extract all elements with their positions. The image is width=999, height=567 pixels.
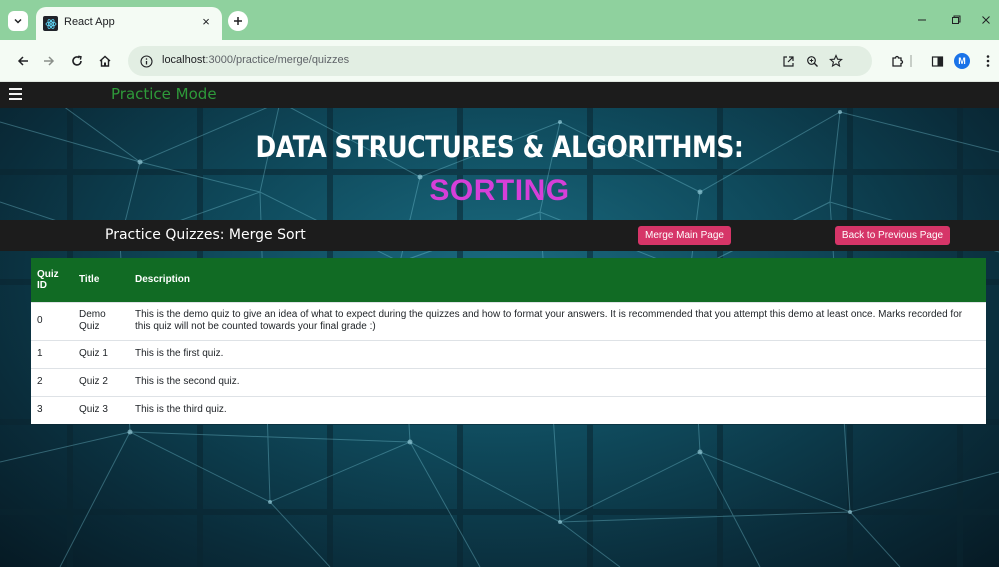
browser-tab[interactable]: React App × (36, 7, 222, 40)
url-path: :3000/practice/merge/quizzes (205, 54, 350, 66)
cell-description: This is the demo quiz to give an idea of… (129, 301, 986, 340)
quiz-table-container: Quiz ID Title Description 0 Demo Quiz Th… (31, 258, 986, 424)
cell-description: This is the first quiz. (129, 339, 986, 368)
home-icon[interactable] (96, 52, 114, 70)
url-text: localhost:3000/practice/merge/quizzes (162, 54, 349, 66)
tab-title: React App (64, 16, 115, 28)
quiz-table: Quiz ID Title Description 0 Demo Quiz Th… (31, 258, 986, 424)
close-window-icon[interactable] (978, 12, 994, 28)
back-to-previous-page-button[interactable]: Back to Previous Page (835, 226, 950, 245)
header-description: Description (135, 274, 191, 286)
table-row[interactable]: 1 Quiz 1 This is the first quiz. (31, 339, 986, 368)
open-in-app-icon[interactable] (780, 53, 796, 69)
minimize-icon[interactable] (914, 12, 930, 28)
header-quiz-id: Quiz ID (37, 268, 59, 291)
hero-subtitle: SORTING (429, 174, 570, 207)
kebab-menu-icon[interactable] (982, 52, 994, 70)
bookmark-star-icon[interactable] (828, 53, 844, 69)
table-row[interactable]: 0 Demo Quiz This is the demo quiz to giv… (31, 301, 986, 340)
cell-title: Demo Quiz (73, 301, 129, 340)
hero-title: DATA STRUCTURES & ALGORITHMS: (255, 130, 744, 164)
app-nav-bar: Practice Mode (0, 82, 999, 108)
header-title: Title (79, 274, 100, 286)
restore-icon[interactable] (948, 12, 964, 28)
extensions-puzzle-icon[interactable] (888, 52, 906, 70)
zoom-icon[interactable] (804, 53, 820, 69)
table-header-row: Quiz ID Title Description (31, 258, 986, 302)
forward-arrow-icon[interactable] (40, 52, 58, 70)
new-tab-plus-icon[interactable] (228, 11, 248, 31)
tab-close-icon[interactable]: × (198, 14, 214, 30)
toolbar-divider (908, 52, 914, 70)
page-content: Practice Mode DATA STRUCTURES & ALGORITH… (0, 82, 999, 567)
back-arrow-icon[interactable] (14, 52, 32, 70)
cell-title: Quiz 2 (73, 367, 129, 396)
cell-quiz-id: 1 (31, 339, 73, 368)
tab-search-chevron-icon[interactable] (8, 11, 28, 31)
practice-mode-title: Practice Mode (111, 85, 217, 103)
cell-quiz-id: 2 (31, 367, 73, 396)
reload-icon[interactable] (68, 52, 86, 70)
address-bar[interactable]: localhost:3000/practice/merge/quizzes (128, 46, 872, 76)
hamburger-menu-icon[interactable] (9, 88, 22, 101)
cell-quiz-id: 3 (31, 395, 73, 424)
quiz-header-bar: Practice Quizzes: Merge Sort Merge Main … (0, 220, 999, 251)
site-info-icon[interactable] (138, 53, 154, 69)
browser-toolbar: localhost:3000/practice/merge/quizzes M (0, 40, 999, 82)
side-panel-icon[interactable] (928, 52, 946, 70)
cell-quiz-id: 0 (31, 301, 73, 340)
url-host: localhost (162, 54, 206, 66)
react-logo-icon (43, 16, 58, 31)
cell-title: Quiz 1 (73, 339, 129, 368)
cell-description: This is the second quiz. (129, 367, 986, 396)
cell-description: This is the third quiz. (129, 395, 986, 424)
cell-title: Quiz 3 (73, 395, 129, 424)
merge-main-page-button[interactable]: Merge Main Page (638, 226, 731, 245)
table-row[interactable]: 3 Quiz 3 This is the third quiz. (31, 395, 986, 424)
browser-tab-strip: React App × (0, 0, 999, 40)
table-row[interactable]: 2 Quiz 2 This is the second quiz. (31, 367, 986, 396)
quiz-section-title: Practice Quizzes: Merge Sort (105, 227, 306, 243)
profile-avatar[interactable]: M (954, 53, 970, 69)
